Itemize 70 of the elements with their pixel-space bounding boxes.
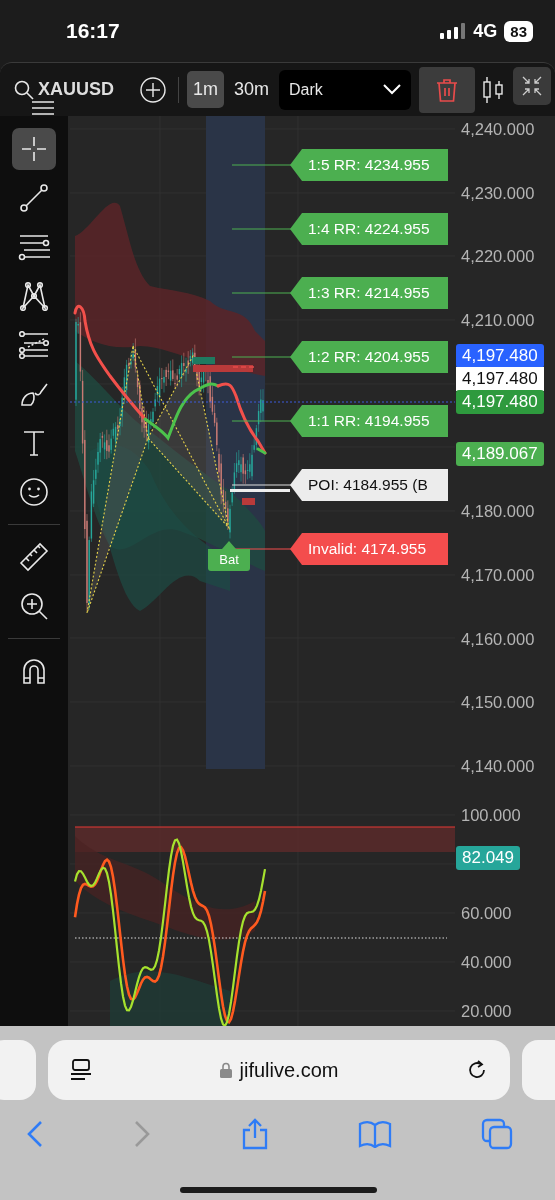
oscillator-axis-label: 20.000 bbox=[460, 1001, 513, 1022]
back-icon bbox=[26, 1120, 44, 1148]
parallel-lines-icon bbox=[18, 233, 50, 261]
leader-line bbox=[231, 292, 293, 294]
url-text: jifulive.com bbox=[239, 1058, 339, 1082]
battery-level: 83 bbox=[504, 20, 533, 42]
leader-line bbox=[231, 164, 293, 166]
price-tag: 4,197.480 bbox=[456, 344, 544, 368]
price-axis-label: 4,210.000 bbox=[460, 310, 536, 332]
collapse-icon bbox=[521, 75, 543, 97]
interval-button[interactable]: 30m bbox=[228, 71, 276, 108]
menu-icon[interactable] bbox=[32, 101, 54, 115]
price-axis-label: 4,140.000 bbox=[460, 756, 536, 777]
price-axis-label: 4,170.000 bbox=[460, 564, 536, 586]
search-icon[interactable] bbox=[14, 79, 34, 100]
pattern-icon bbox=[19, 281, 49, 311]
leader-line bbox=[231, 356, 293, 358]
level-label: 1:3 RR: 4214.955 bbox=[290, 277, 448, 309]
magnet-icon bbox=[21, 657, 47, 685]
trash-icon bbox=[436, 77, 459, 102]
reader-icon[interactable] bbox=[70, 1059, 92, 1081]
lock-icon bbox=[219, 1062, 232, 1078]
tabs-icon bbox=[481, 1118, 513, 1150]
price-axis-label: 4,150.000 bbox=[460, 692, 536, 714]
symbol-label[interactable]: XAUUSD bbox=[38, 79, 114, 100]
network-label: 4G bbox=[473, 20, 498, 42]
level-label: POI: 4184.955 (B bbox=[290, 469, 448, 501]
price-tag: 4,197.480 bbox=[456, 390, 544, 414]
reload-icon[interactable] bbox=[466, 1059, 488, 1081]
price-axis-label: 4,180.000 bbox=[460, 501, 536, 523]
interval-button[interactable]: 1m bbox=[187, 71, 224, 108]
fib-lines-icon bbox=[18, 331, 50, 359]
forward-icon bbox=[133, 1120, 152, 1148]
price-tag: 4,197.480 bbox=[456, 367, 544, 391]
book-icon bbox=[357, 1120, 392, 1148]
signal-icon bbox=[440, 23, 467, 39]
plus-icon bbox=[140, 76, 166, 103]
candlestick-icon[interactable] bbox=[481, 75, 506, 104]
text-tool-icon bbox=[22, 429, 46, 457]
drawing-tool-button[interactable] bbox=[12, 128, 56, 170]
price-axis-label: 4,220.000 bbox=[460, 246, 536, 268]
chevron-down-icon bbox=[383, 84, 402, 95]
price-tag: 4,189.067 bbox=[456, 441, 544, 466]
price-axis-label: 4,240.000 bbox=[460, 119, 536, 140]
level-label: 1:2 RR: 4204.955 bbox=[290, 341, 448, 373]
level-label: 1:4 RR: 4224.955 bbox=[290, 213, 448, 245]
level-label: 1:1 RR: 4194.955 bbox=[290, 405, 448, 437]
level-label: 1:5 RR: 4234.955 bbox=[290, 149, 448, 181]
leader-line bbox=[231, 484, 293, 486]
trendline-icon bbox=[19, 183, 49, 213]
collapse-button[interactable] bbox=[513, 67, 551, 105]
leader-line bbox=[231, 228, 293, 230]
crosshair-icon bbox=[21, 136, 47, 162]
oscillator-axis-label: 60.000 bbox=[460, 903, 513, 924]
clock: 16:17 bbox=[66, 19, 121, 43]
level-label: Invalid: 4174.955 bbox=[290, 533, 448, 565]
zoom-in-icon bbox=[19, 591, 49, 621]
delete-button[interactable] bbox=[419, 66, 476, 113]
oscillator-tag: 82.049 bbox=[456, 846, 520, 870]
leader-line bbox=[231, 420, 293, 422]
theme-dropdown[interactable]: Dark bbox=[279, 69, 412, 110]
oscillator-axis-label: 100.000 bbox=[460, 805, 522, 826]
address-bar[interactable]: jifulive.com bbox=[48, 1040, 510, 1100]
smiley-icon bbox=[19, 477, 49, 507]
oscillator-axis-label: 40.000 bbox=[460, 952, 513, 973]
add-button[interactable] bbox=[140, 76, 166, 103]
ruler-icon bbox=[18, 541, 50, 573]
price-axis-label: 4,160.000 bbox=[460, 628, 536, 650]
share-icon bbox=[240, 1118, 269, 1150]
price-axis-label: 4,230.000 bbox=[460, 182, 536, 204]
